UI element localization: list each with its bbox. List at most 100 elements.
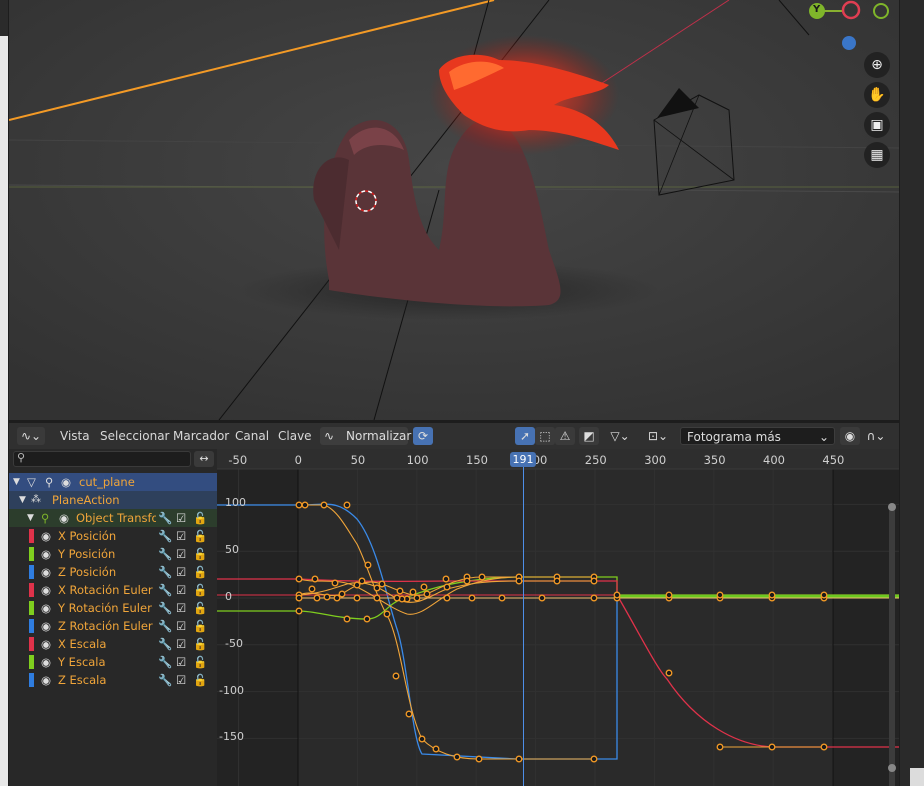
wrench-icon[interactable]: 🔧 bbox=[158, 635, 172, 653]
swap-direction-icon[interactable]: ↔ bbox=[194, 451, 214, 467]
scrollbar-handle-bottom[interactable] bbox=[888, 764, 896, 772]
channel-label: X Rotación Euler bbox=[58, 583, 153, 597]
eye-icon[interactable]: ◉ bbox=[41, 581, 51, 599]
checkbox-icon[interactable]: ☑ bbox=[176, 563, 186, 581]
eye-icon[interactable]: ◉ bbox=[41, 653, 51, 671]
ghost-curves-icon[interactable]: ◩ bbox=[579, 427, 599, 445]
eye-icon[interactable]: ◉ bbox=[59, 509, 69, 527]
lock-icon[interactable]: 🔓 bbox=[193, 527, 207, 545]
wrench-icon[interactable]: 🔧 bbox=[158, 563, 172, 581]
fcurve-channel-row[interactable]: ◉ Y Rotación Euler 🔧 ☑ 🔓 bbox=[9, 599, 217, 617]
box-select-icon[interactable]: ⬚ bbox=[535, 427, 555, 445]
keyframe-point bbox=[311, 575, 319, 583]
warning-icon[interactable]: ⚠ bbox=[555, 427, 575, 445]
pan-hand-icon[interactable]: ✋ bbox=[864, 82, 890, 108]
channel-search-input[interactable]: ⚲ bbox=[13, 451, 191, 467]
pivot-icon[interactable]: ⊡⌄ bbox=[643, 427, 673, 445]
pin-icon[interactable]: ⚲ bbox=[45, 473, 53, 491]
current-frame-indicator[interactable]: 191 bbox=[510, 452, 536, 467]
channel-color-swatch bbox=[29, 583, 34, 597]
snap-mode-select[interactable]: Fotograma más cercano ⌄ bbox=[680, 427, 835, 462]
graph-area[interactable]: -50 0 50 100 150 200 250 300 350 400 450 100 50 0 -50… bbox=[217, 449, 899, 786]
lock-icon[interactable]: 🔓 bbox=[193, 617, 207, 635]
checkbox-icon[interactable]: ☑ bbox=[176, 509, 186, 527]
checkbox-icon[interactable]: ☑ bbox=[176, 635, 186, 653]
lock-icon[interactable]: 🔓 bbox=[193, 545, 207, 563]
3d-viewport[interactable]: Y ⊕ ✋ ▣ ▦ bbox=[9, 0, 899, 420]
lock-icon[interactable]: 🔓 bbox=[193, 635, 207, 653]
fcurve-channel-row[interactable]: ◉ X Posición 🔧 ☑ 🔓 bbox=[9, 527, 217, 545]
lock-icon[interactable]: 🔓 bbox=[193, 581, 207, 599]
zoom-icon[interactable]: ⊕ bbox=[864, 52, 890, 78]
lock-icon[interactable]: 🔓 bbox=[193, 599, 207, 617]
eye-icon[interactable]: ◉ bbox=[41, 671, 51, 689]
checkbox-icon[interactable]: ☑ bbox=[176, 653, 186, 671]
keyframe-point bbox=[295, 607, 303, 615]
frame-tick-label: 250 bbox=[584, 453, 607, 467]
disclosure-triangle-icon[interactable]: ▼ bbox=[13, 473, 20, 491]
lock-icon[interactable]: 🔓 bbox=[193, 563, 207, 581]
keyframe-point bbox=[338, 590, 346, 598]
navigation-gizmo[interactable]: Y bbox=[799, 0, 895, 56]
vertical-scrollbar[interactable] bbox=[889, 504, 895, 786]
channel-group-row[interactable]: ▼ ⚲ ◉ Object Transform 🔧 ☑ 🔓 bbox=[9, 509, 217, 527]
disclosure-triangle-icon[interactable]: ▼ bbox=[27, 509, 34, 527]
keyframe-point bbox=[453, 753, 461, 761]
lock-icon[interactable]: 🔓 bbox=[193, 671, 207, 689]
channel-object-row[interactable]: ▼ ▽ ⚲ ◉ cut_plane bbox=[9, 473, 217, 491]
eye-icon[interactable]: ◉ bbox=[41, 635, 51, 653]
lock-icon[interactable]: 🔓 bbox=[193, 509, 207, 527]
wrench-icon[interactable]: 🔧 bbox=[158, 581, 172, 599]
checkbox-icon[interactable]: ☑ bbox=[176, 581, 186, 599]
fcurve-channel-row[interactable]: ◉ Z Posición 🔧 ☑ 🔓 bbox=[9, 563, 217, 581]
scrollbar-handle-top[interactable] bbox=[888, 503, 896, 511]
wrench-icon[interactable]: 🔧 bbox=[158, 509, 172, 527]
eye-icon[interactable]: ◉ bbox=[41, 545, 51, 563]
menu-channel[interactable]: Canal bbox=[235, 427, 269, 445]
camera-view-icon[interactable]: ▣ bbox=[864, 112, 890, 138]
wrench-icon[interactable]: 🔧 bbox=[158, 527, 172, 545]
wrench-icon[interactable]: 🔧 bbox=[158, 545, 172, 563]
grid-perspective-icon[interactable]: ▦ bbox=[864, 142, 890, 168]
eye-icon[interactable]: ◉ bbox=[41, 617, 51, 635]
value-tick-label: -100 bbox=[219, 683, 244, 697]
falloff-icon[interactable]: ∩⌄ bbox=[862, 427, 890, 445]
eye-icon[interactable]: ◉ bbox=[41, 527, 51, 545]
fcurve-channel-row[interactable]: ◉ Z Escala 🔧 ☑ 🔓 bbox=[9, 671, 217, 689]
eye-icon[interactable]: ◉ bbox=[41, 599, 51, 617]
checkbox-icon[interactable]: ☑ bbox=[176, 599, 186, 617]
menu-marker[interactable]: Marcador bbox=[173, 427, 229, 445]
checkbox-icon[interactable]: ☑ bbox=[176, 545, 186, 563]
normalize-toggle[interactable]: ∿ Normalizar bbox=[320, 427, 411, 445]
auto-normalize-icon[interactable]: ⟳ bbox=[413, 427, 433, 445]
keyframe-point bbox=[363, 615, 371, 623]
menu-key[interactable]: Clave bbox=[278, 427, 312, 445]
wrench-icon[interactable]: 🔧 bbox=[158, 653, 172, 671]
fcurve-channel-row[interactable]: ◉ Y Escala 🔧 ☑ 🔓 bbox=[9, 653, 217, 671]
fcurve-channel-row[interactable]: ◉ X Escala 🔧 ☑ 🔓 bbox=[9, 635, 217, 653]
fcurve-channel-row[interactable]: ◉ X Rotación Euler 🔧 ☑ 🔓 bbox=[9, 581, 217, 599]
checkbox-icon[interactable]: ☑ bbox=[176, 527, 186, 545]
pin-icon[interactable]: ⚲ bbox=[41, 509, 49, 527]
playhead-line[interactable] bbox=[523, 467, 524, 786]
fcurve-channel-row[interactable]: ◉ Y Posición 🔧 ☑ 🔓 bbox=[9, 545, 217, 563]
filter-icon[interactable]: ▽⌄ bbox=[605, 427, 635, 445]
wrench-icon[interactable]: 🔧 bbox=[158, 617, 172, 635]
eye-icon[interactable]: ◉ bbox=[61, 473, 71, 491]
wrench-icon[interactable]: 🔧 bbox=[158, 599, 172, 617]
lock-icon[interactable]: 🔓 bbox=[193, 653, 207, 671]
eye-icon[interactable]: ◉ bbox=[41, 563, 51, 581]
menu-view[interactable]: Vista bbox=[60, 427, 90, 445]
checkbox-icon[interactable]: ☑ bbox=[176, 671, 186, 689]
proportional-edit-icon[interactable]: ◉ bbox=[840, 427, 860, 445]
menu-select[interactable]: Seleccionar bbox=[100, 427, 169, 445]
checkbox-icon[interactable]: ☑ bbox=[176, 617, 186, 635]
editor-type-icon[interactable]: ∿⌄ bbox=[17, 427, 45, 445]
graph-editor-header: ∿⌄ Vista Seleccionar Marcador Canal Clav… bbox=[9, 423, 899, 462]
select-tool-icon[interactable]: ➚ bbox=[515, 427, 535, 445]
disclosure-triangle-icon[interactable]: ▼ bbox=[19, 491, 26, 509]
fcurve-channel-row[interactable]: ◉ Z Rotación Euler 🔧 ☑ 🔓 bbox=[9, 617, 217, 635]
channel-action-row[interactable]: ▼ ⁂ PlaneAction bbox=[9, 491, 217, 509]
object-data-icon: ▽ bbox=[27, 475, 36, 489]
wrench-icon[interactable]: 🔧 bbox=[158, 671, 172, 689]
